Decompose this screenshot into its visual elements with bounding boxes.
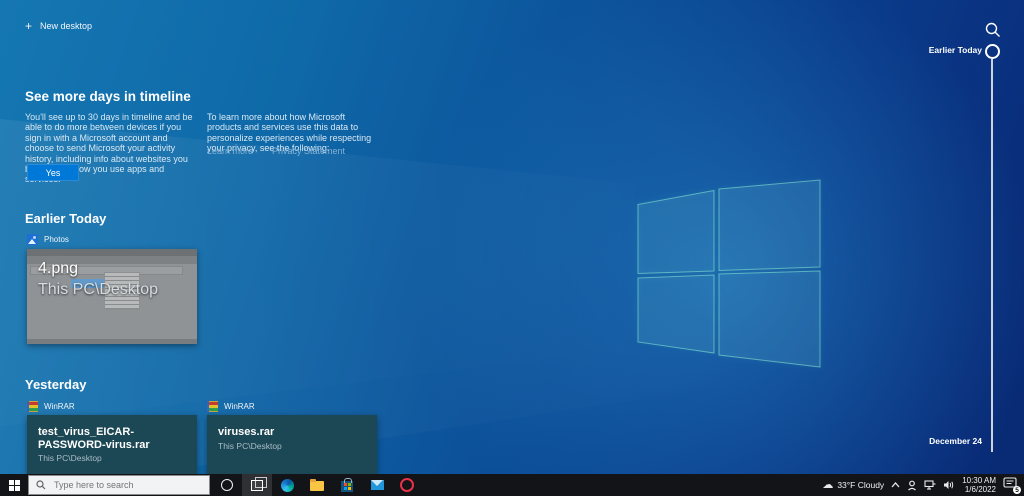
task-view-screen: + New desktop Earlier Today December 24 …: [0, 0, 1024, 496]
activity-title: 4.png: [38, 260, 79, 277]
timeline-scrollbar-handle[interactable]: [985, 44, 1000, 59]
timeline-scrollbar[interactable]: [991, 59, 993, 452]
yes-button[interactable]: Yes: [27, 164, 79, 181]
cortana-icon: [221, 479, 233, 491]
thumbnail-titlebar: [27, 249, 197, 256]
edge-button[interactable]: [272, 474, 302, 496]
section-heading-yesterday: Yesterday: [25, 377, 87, 392]
rail-current-label: Earlier Today: [928, 45, 982, 55]
volume-icon[interactable]: [943, 480, 955, 490]
activity-title: test_virus_EICAR-PASSWORD-virus.rar: [38, 426, 150, 451]
search-icon[interactable]: [984, 21, 1002, 39]
activity-app-row: WinRAR: [207, 401, 255, 412]
winrar-app-icon: [27, 401, 38, 412]
store-icon: [341, 477, 353, 492]
activity-app-row: Photos: [27, 234, 69, 245]
learn-more-link[interactable]: Learn more: [207, 146, 253, 156]
activity-path: This PC\Desktop: [38, 281, 159, 298]
activity-title: viruses.rar: [218, 426, 275, 438]
task-view-icon: [251, 476, 267, 491]
opera-button[interactable]: [392, 474, 422, 496]
mail-icon: [370, 480, 384, 490]
plus-icon: +: [25, 19, 33, 33]
photos-app-icon: [27, 234, 38, 245]
mail-button[interactable]: [362, 474, 392, 496]
activity-card-photos[interactable]: 4.png This PC\Desktop: [27, 249, 197, 344]
winrar-app-icon: [207, 401, 218, 412]
weather-widget[interactable]: ☁ 33°F Cloudy: [822, 479, 885, 491]
cortana-button[interactable]: [212, 474, 242, 496]
cloud-icon: ☁: [822, 479, 834, 491]
activity-path: This PC\Desktop: [218, 440, 282, 451]
task-view-button[interactable]: [242, 474, 272, 496]
activity-app-row: WinRAR: [27, 401, 75, 412]
activity-card-winrar-1[interactable]: test_virus_EICAR-PASSWORD-virus.rar This…: [27, 415, 197, 478]
app-name-label: WinRAR: [224, 402, 255, 411]
privacy-statement-link[interactable]: Privacy Statement: [272, 146, 345, 156]
weather-label: 33°F Cloudy: [837, 480, 885, 490]
promo-title: See more days in timeline: [25, 89, 191, 104]
section-heading-earlier-today: Earlier Today: [25, 211, 107, 226]
folder-icon: [310, 479, 324, 491]
opera-icon: [400, 478, 414, 492]
network-icon[interactable]: [924, 480, 936, 490]
date-label: 1/6/2022: [964, 485, 996, 494]
tray-status-icon[interactable]: [907, 480, 917, 491]
new-desktop-label: New desktop: [40, 21, 93, 31]
taskbar: ☁ 33°F Cloudy 10:30 AM: [0, 474, 1024, 496]
thumbnail-statusbar: [27, 339, 197, 344]
store-button[interactable]: [332, 474, 362, 496]
clock[interactable]: 10:30 AM 1/6/2022: [962, 476, 996, 494]
activity-path: This PC\Desktop: [38, 453, 102, 463]
search-input[interactable]: [52, 479, 186, 491]
edge-icon: [280, 478, 294, 492]
chevron-up-icon[interactable]: [891, 482, 900, 488]
app-name-label: WinRAR: [44, 402, 75, 411]
taskbar-search-box[interactable]: [28, 475, 210, 495]
windows-start-icon: [8, 479, 20, 491]
start-button[interactable]: [0, 474, 28, 496]
new-desktop-button[interactable]: + New desktop: [25, 19, 93, 33]
rail-end-label: December 24: [929, 436, 982, 446]
file-explorer-button[interactable]: [302, 474, 332, 496]
windows-logo: [637, 179, 821, 368]
activity-card-winrar-2[interactable]: viruses.rar This PC\Desktop: [207, 415, 377, 478]
time-label: 10:30 AM: [962, 476, 996, 485]
app-name-label: Photos: [44, 235, 69, 244]
search-icon: [36, 480, 46, 490]
action-center-button[interactable]: 5: [1003, 477, 1021, 494]
notification-badge: 5: [1013, 486, 1021, 494]
